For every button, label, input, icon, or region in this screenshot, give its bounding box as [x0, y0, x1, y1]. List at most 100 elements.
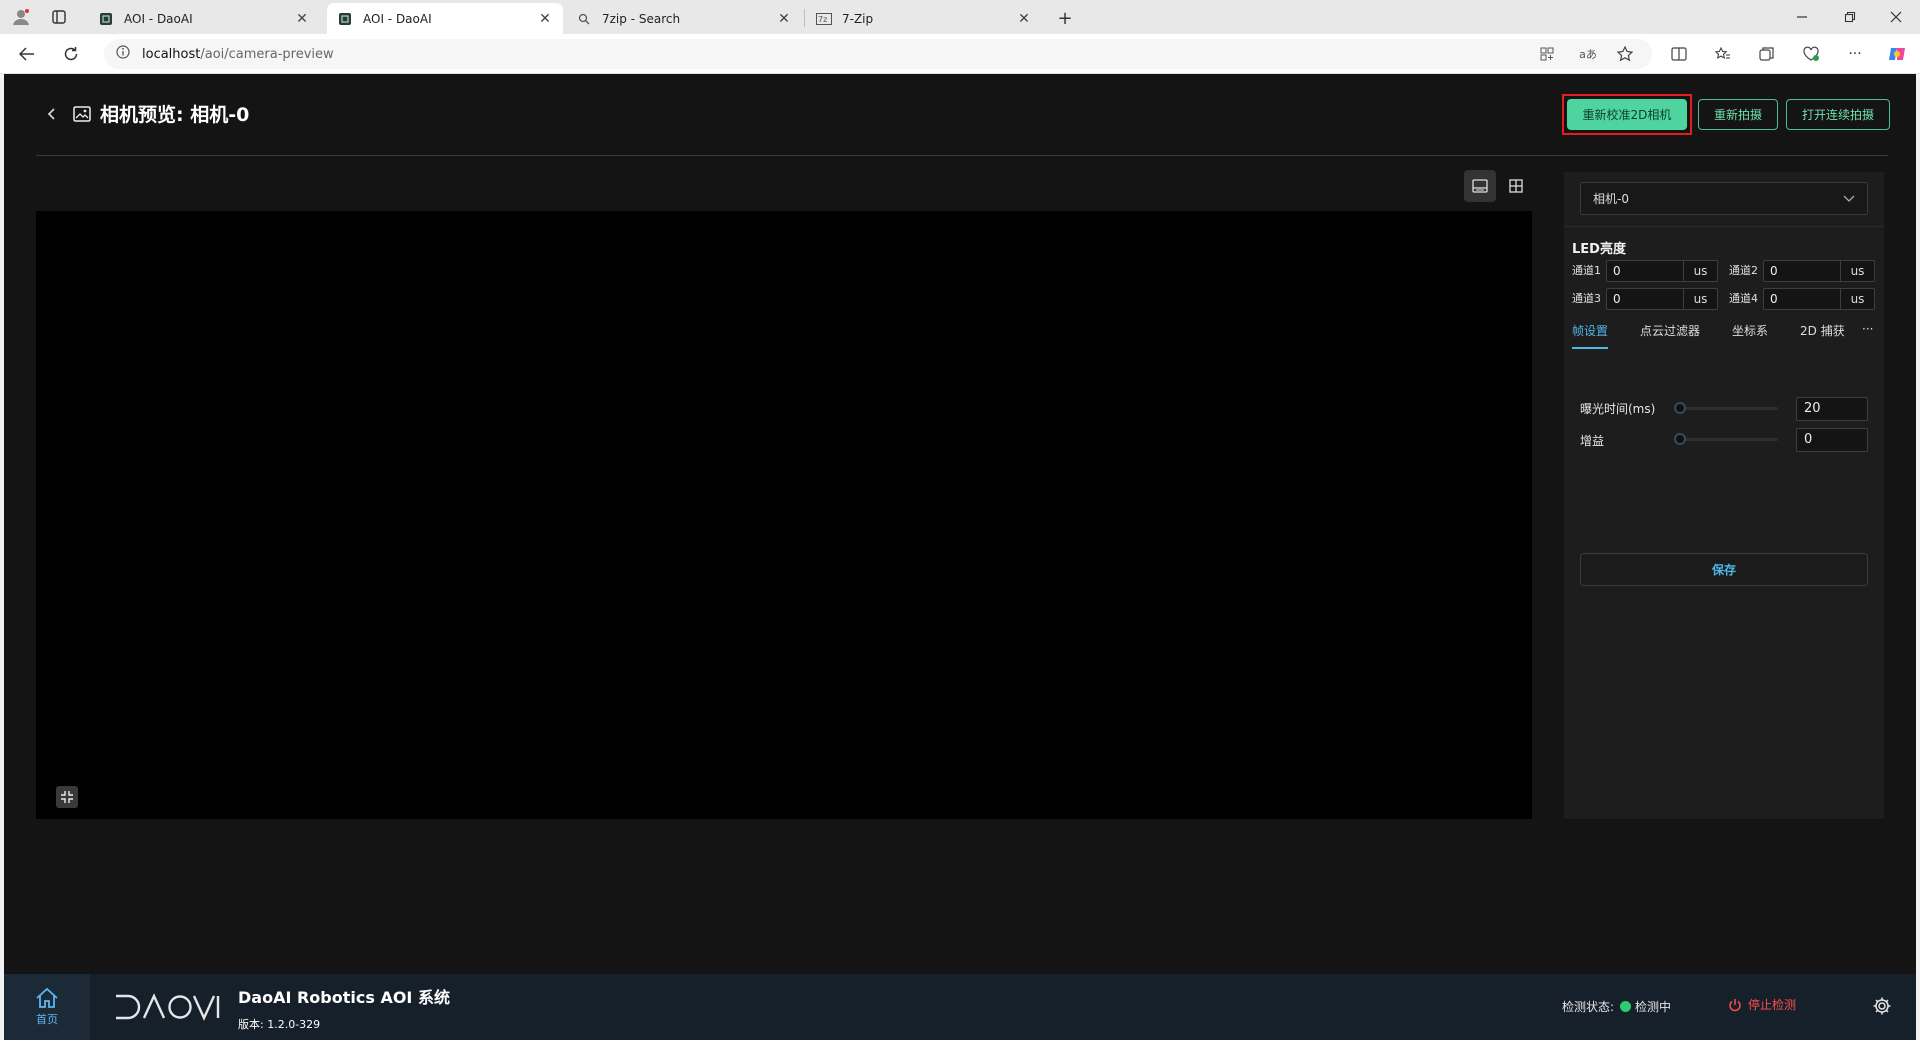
new-tab-icon[interactable]: +	[1054, 7, 1076, 29]
divider	[1564, 226, 1884, 227]
camera-select[interactable]: 相机-0	[1580, 182, 1868, 215]
channel-3-label: 通道3	[1572, 292, 1601, 305]
gear-icon	[1873, 997, 1891, 1015]
exposure-label: 曝光时间(ms)	[1580, 402, 1656, 416]
gain-slider-thumb[interactable]	[1674, 433, 1686, 445]
gain-label: 增益	[1580, 434, 1605, 448]
system-version: 版本: 1.2.0-329	[238, 1018, 321, 1031]
close-tab-icon[interactable]: ✕	[537, 11, 553, 27]
app-root: 相机预览: 相机-0 重新校准2D相机 重新拍摄 打开连续拍摄 相机-0 LED…	[4, 74, 1916, 1040]
exposure-input[interactable]: 20	[1796, 397, 1868, 421]
camera-settings-panel: 相机-0 LED亮度 通道1 0 us 通道2 0 us 通道3 0 us 通道4 0…	[1564, 172, 1884, 819]
active-tab-indicator	[1572, 347, 1608, 349]
browser-tab[interactable]: AOI - DaoAI ✕	[88, 3, 320, 34]
recapture-button[interactable]: 重新拍摄	[1698, 99, 1778, 130]
profile-icon[interactable]	[10, 6, 32, 28]
camera-select-value: 相机-0	[1593, 192, 1629, 206]
tabs-more-icon[interactable]: ···	[1862, 322, 1873, 336]
single-view-button[interactable]	[1464, 170, 1496, 202]
close-tab-icon[interactable]: ✕	[776, 11, 792, 27]
camera-preview-canvas[interactable]	[36, 211, 1532, 819]
led-brightness-title: LED亮度	[1572, 242, 1626, 257]
refresh-icon[interactable]	[60, 44, 82, 64]
channel-4-input[interactable]: 0 us	[1763, 288, 1875, 310]
tab-title: 7zip - Search	[602, 11, 681, 26]
channel-2-input[interactable]: 0 us	[1763, 260, 1875, 282]
7zip-favicon-icon: 7z	[816, 11, 832, 27]
close-tab-icon[interactable]: ✕	[294, 11, 310, 27]
image-icon	[72, 104, 92, 124]
channel-4-label: 通道4	[1729, 292, 1758, 305]
tab-title: 7-Zip	[842, 11, 874, 26]
tab-separator	[804, 9, 805, 27]
view-toggle	[1464, 170, 1532, 202]
settings-tabs: 帧设置 点云过滤器 坐标系 2D 捕获 ···	[1572, 322, 1876, 352]
url-field[interactable]: localhost/aoi/camera-preview	[104, 39, 1652, 69]
tab-actions-icon[interactable]	[50, 8, 68, 26]
collections-icon[interactable]	[1758, 45, 1776, 63]
tab-title: AOI - DaoAI	[124, 11, 193, 26]
channel-1-input[interactable]: 0 us	[1606, 260, 1718, 282]
save-button[interactable]: 保存	[1580, 553, 1868, 586]
url-text: localhost/aoi/camera-preview	[142, 46, 334, 62]
favorites-icon[interactable]	[1714, 45, 1732, 63]
exit-fullscreen-button[interactable]	[56, 786, 78, 808]
channel-1-label: 通道1	[1572, 264, 1601, 277]
channel-2-label: 通道2	[1729, 264, 1758, 277]
system-name: DaoAI Robotics AOI 系统	[238, 988, 450, 1007]
single-view-icon	[1472, 179, 1488, 193]
favorite-star-icon[interactable]	[1616, 45, 1634, 63]
more-options-icon[interactable]: ···	[1846, 45, 1864, 63]
read-aloud-icon[interactable]: aあ	[1578, 45, 1598, 63]
page-title: 相机预览: 相机-0	[100, 104, 250, 126]
detection-status-label: 检测状态:	[1562, 1000, 1615, 1014]
grid-view-button[interactable]	[1500, 170, 1532, 202]
home-button[interactable]: 首页	[4, 974, 90, 1040]
app-footer: 首页 DaoAI Robotics AOI 系统 版本: 1.2.0-329 检…	[4, 974, 1916, 1040]
close-tab-icon[interactable]: ✕	[1016, 11, 1032, 27]
info-icon[interactable]	[116, 45, 130, 63]
tab-point-cloud-filter[interactable]: 点云过滤器	[1640, 322, 1700, 339]
split-screen-icon[interactable]	[1670, 45, 1688, 63]
search-icon	[576, 11, 592, 27]
browser-tab-bar: AOI - DaoAI ✕ AOI - DaoAI ✕ 7zip - Searc…	[0, 0, 1920, 34]
svg-text:7z: 7z	[818, 15, 827, 24]
stop-detection-button[interactable]: 停止检测	[1728, 996, 1796, 1013]
exposure-slider-track[interactable]	[1680, 407, 1778, 410]
daoai-favicon-icon	[98, 11, 114, 27]
channel-3-input[interactable]: 0 us	[1606, 288, 1718, 310]
continuous-capture-button[interactable]: 打开连续拍摄	[1786, 99, 1890, 130]
exposure-slider-thumb[interactable]	[1674, 402, 1686, 414]
back-icon[interactable]	[16, 44, 38, 64]
daoai-favicon-icon	[337, 11, 353, 27]
home-label: 首页	[36, 1013, 58, 1026]
page-header: 相机预览: 相机-0 重新校准2D相机 重新拍摄 打开连续拍摄	[36, 74, 1890, 156]
minimize-icon[interactable]	[1792, 8, 1812, 26]
app-available-icon[interactable]	[1538, 45, 1556, 63]
home-icon	[36, 987, 58, 1008]
browser-address-bar: localhost/aoi/camera-preview aあ ···	[0, 34, 1920, 74]
browser-essentials-icon[interactable]	[1802, 45, 1820, 63]
gain-slider-track[interactable]	[1680, 438, 1778, 441]
power-icon	[1729, 998, 1741, 1011]
back-button[interactable]	[42, 104, 62, 124]
gain-input[interactable]: 0	[1796, 428, 1868, 452]
chevron-left-icon	[47, 108, 55, 120]
stop-detection-label: 停止检测	[1748, 998, 1797, 1012]
collapse-icon	[61, 791, 73, 803]
restore-icon[interactable]	[1840, 8, 1860, 26]
tab-coordinate-system[interactable]: 坐标系	[1732, 322, 1768, 339]
status-indicator-dot	[1620, 1001, 1631, 1012]
highlight-box: 重新校准2D相机	[1562, 94, 1692, 135]
browser-tab-active[interactable]: AOI - DaoAI ✕	[327, 3, 563, 34]
browser-tab[interactable]: 7zip - Search ✕	[566, 3, 802, 34]
copilot-icon[interactable]	[1886, 43, 1908, 65]
tab-frame-settings[interactable]: 帧设置	[1572, 322, 1608, 339]
recalibrate-2d-camera-button[interactable]: 重新校准2D相机	[1567, 99, 1687, 130]
settings-button[interactable]	[1872, 996, 1892, 1016]
close-window-icon[interactable]	[1886, 8, 1906, 26]
browser-tab[interactable]: 7z 7-Zip ✕	[806, 3, 1042, 34]
tab-title: AOI - DaoAI	[363, 11, 432, 26]
tab-2d-capture[interactable]: 2D 捕获	[1800, 322, 1845, 339]
daoai-logo	[116, 993, 220, 1021]
